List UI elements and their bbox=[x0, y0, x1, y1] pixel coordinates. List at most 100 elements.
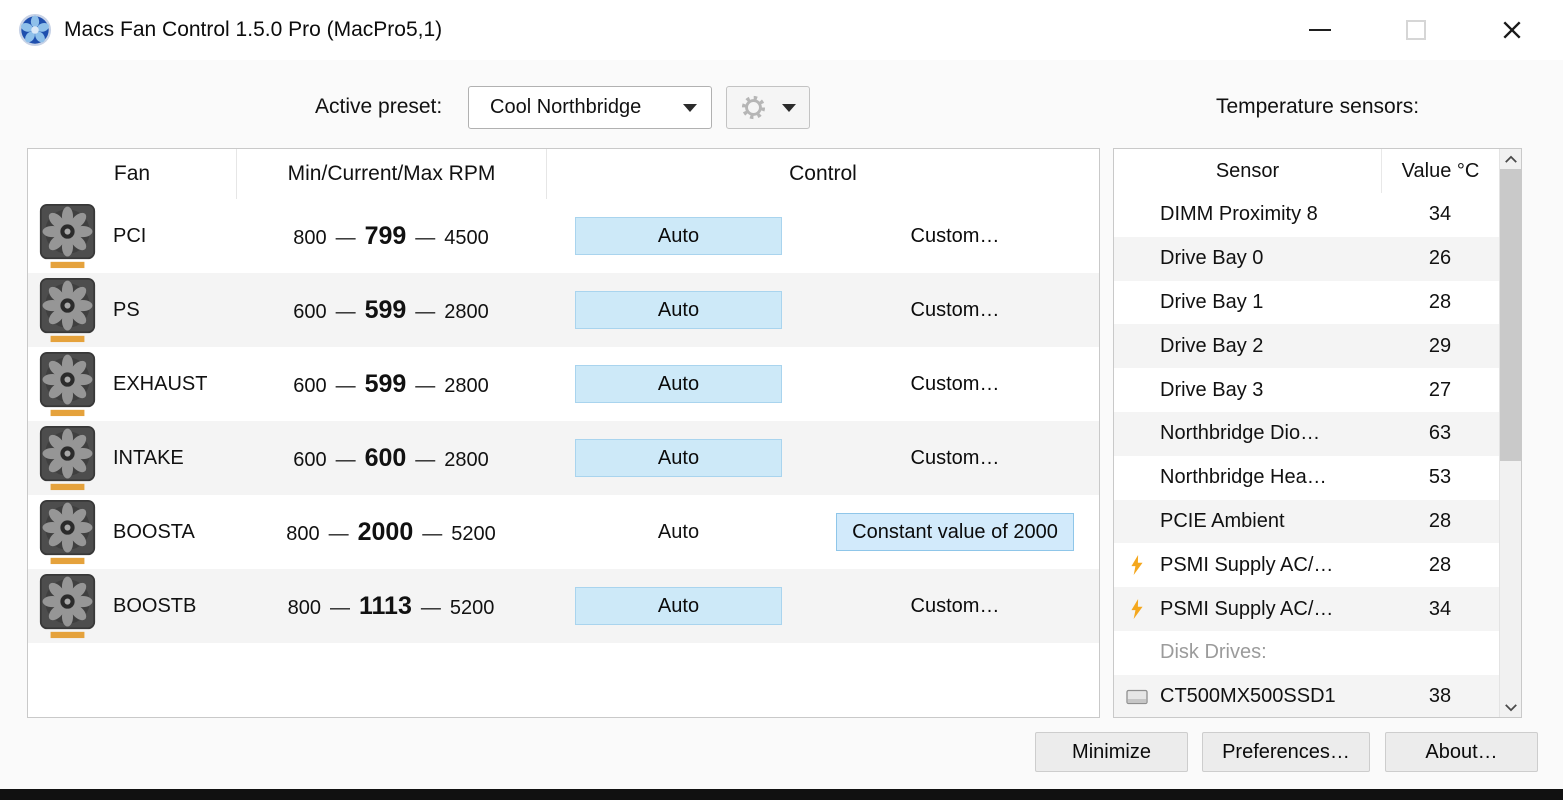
sensor-row[interactable]: DIMM Proximity 8 34 bbox=[1114, 193, 1499, 237]
fan-name: PS bbox=[113, 298, 140, 321]
titlebar: Macs Fan Control 1.5.0 Pro (MacPro5,1) bbox=[0, 0, 1563, 60]
sensor-value: 34 bbox=[1428, 203, 1452, 226]
fan-table: Fan Min/Current/Max RPM Control PCI 800—… bbox=[27, 148, 1100, 718]
custom-control-button[interactable]: Custom… bbox=[905, 298, 1006, 323]
active-preset-label: Active preset: bbox=[315, 95, 443, 118]
sensor-row[interactable]: Northbridge Dio… 63 bbox=[1114, 411, 1499, 456]
sensor-row[interactable]: PCIE Ambient 28 bbox=[1114, 499, 1499, 544]
custom-control-button[interactable]: Custom… bbox=[905, 594, 1006, 619]
sensor-name: PSMI Supply AC/… bbox=[1160, 597, 1334, 620]
sensor-value: 63 bbox=[1428, 422, 1452, 445]
sensor-value: 28 bbox=[1428, 290, 1452, 313]
fan-name: PCI bbox=[113, 224, 147, 247]
control-column-header: Control bbox=[546, 149, 1099, 199]
chevron-up-icon bbox=[1504, 155, 1518, 164]
sensor-group-row: Disk Drives: bbox=[1114, 631, 1499, 675]
custom-control-button[interactable]: Custom… bbox=[905, 372, 1006, 397]
fan-rpm-value: 600—599—2800 bbox=[293, 369, 489, 398]
auto-control-button[interactable]: Auto bbox=[575, 439, 782, 477]
sensor-table-header: Sensor Value °C bbox=[1114, 149, 1499, 193]
chevron-down-icon bbox=[1504, 703, 1518, 712]
custom-control-button[interactable]: Custom… bbox=[905, 224, 1006, 249]
auto-control-button[interactable]: Auto bbox=[575, 291, 782, 329]
sensor-name: Drive Bay 0 bbox=[1160, 247, 1264, 270]
chevron-down-icon bbox=[782, 103, 796, 112]
about-button[interactable]: About… bbox=[1385, 732, 1538, 772]
fan-column-header: Fan bbox=[113, 162, 151, 185]
fan-icon bbox=[39, 351, 96, 417]
constant-control-button[interactable]: Constant value of 2000 bbox=[836, 513, 1074, 551]
window-title: Macs Fan Control 1.5.0 Pro (MacPro5,1) bbox=[64, 18, 443, 41]
sensor-row[interactable]: Drive Bay 0 26 bbox=[1114, 236, 1499, 281]
sensor-value: 27 bbox=[1428, 378, 1452, 401]
sensor-column-header: Sensor bbox=[1215, 160, 1280, 182]
sensor-name: Drive Bay 2 bbox=[1160, 334, 1264, 357]
bottom-strip bbox=[0, 789, 1563, 800]
fan-rpm-value: 800—799—4500 bbox=[293, 221, 489, 250]
preferences-button[interactable]: Preferences… bbox=[1202, 732, 1370, 772]
fan-row-boosta: BOOSTA 800—2000—5200 Auto Constant value… bbox=[28, 495, 1099, 569]
sensor-row[interactable]: PSMI Supply AC/… 28 bbox=[1114, 543, 1499, 587]
sensor-name: CT500MX500SSD1 bbox=[1160, 685, 1336, 708]
sensor-scrollbar[interactable] bbox=[1499, 149, 1521, 717]
window-maximize-button[interactable] bbox=[1396, 10, 1436, 50]
custom-control-button[interactable]: Custom… bbox=[905, 446, 1006, 471]
sensor-name: DIMM Proximity 8 bbox=[1160, 203, 1318, 226]
sensor-row[interactable]: Drive Bay 3 27 bbox=[1114, 368, 1499, 412]
minimize-button[interactable]: Minimize bbox=[1035, 732, 1188, 772]
window-minimize-button[interactable] bbox=[1300, 10, 1340, 50]
preset-dropdown[interactable]: Cool Northbridge bbox=[468, 86, 712, 129]
sensor-name: Drive Bay 1 bbox=[1160, 290, 1264, 313]
fan-icon bbox=[39, 425, 96, 491]
fan-table-header: Fan Min/Current/Max RPM Control bbox=[28, 149, 1099, 199]
preset-settings-button[interactable] bbox=[726, 86, 810, 129]
sensor-value: 53 bbox=[1428, 466, 1452, 489]
sensor-name: PSMI Supply AC/… bbox=[1160, 553, 1334, 576]
sensor-value: 34 bbox=[1428, 597, 1452, 620]
temperature-sensors-label: Temperature sensors: bbox=[1215, 95, 1420, 118]
auto-control-button[interactable]: Auto bbox=[575, 217, 782, 255]
auto-control-label[interactable]: Auto bbox=[658, 521, 699, 544]
sensor-value: 26 bbox=[1428, 247, 1452, 270]
auto-control-button[interactable]: Auto bbox=[575, 365, 782, 403]
fan-name: BOOSTB bbox=[113, 594, 197, 617]
fan-icon bbox=[39, 573, 96, 639]
sensor-name: Drive Bay 3 bbox=[1160, 378, 1264, 401]
sensor-row[interactable]: PSMI Supply AC/… 34 bbox=[1114, 587, 1499, 631]
scroll-down-button[interactable] bbox=[1500, 697, 1521, 717]
sensor-value: 29 bbox=[1428, 334, 1452, 357]
sensor-name: PCIE Ambient bbox=[1160, 509, 1285, 532]
window-close-button[interactable] bbox=[1492, 10, 1532, 50]
scrollbar-thumb[interactable] bbox=[1500, 169, 1521, 461]
fan-row-exhaust: EXHAUST 600—599—2800 Auto Custom… bbox=[28, 347, 1099, 421]
sensor-rows: DIMM Proximity 8 34 Drive Bay 0 26 Drive… bbox=[1114, 193, 1499, 717]
fan-rows: PCI 800—799—4500 Auto Custom… PS 600—599… bbox=[28, 199, 1099, 643]
maximize-icon bbox=[1406, 20, 1426, 40]
app-icon bbox=[18, 13, 52, 47]
disk-icon bbox=[1126, 688, 1148, 706]
sensor-value: 28 bbox=[1428, 509, 1452, 532]
fan-rpm-value: 600—600—2800 bbox=[293, 443, 489, 472]
sensor-group-label: Disk Drives: bbox=[1160, 641, 1267, 664]
sensor-table: Sensor Value °C DIMM Proximity 8 34 Driv… bbox=[1113, 148, 1522, 718]
sensor-value: 28 bbox=[1428, 553, 1452, 576]
sensor-name: Northbridge Hea… bbox=[1160, 466, 1327, 489]
fan-icon bbox=[39, 277, 96, 343]
fan-name: INTAKE bbox=[113, 446, 184, 469]
gear-icon bbox=[740, 94, 767, 121]
sensor-row[interactable]: Drive Bay 2 29 bbox=[1114, 324, 1499, 369]
sensor-name: Northbridge Dio… bbox=[1160, 422, 1321, 445]
scroll-up-button[interactable] bbox=[1500, 149, 1521, 169]
lightning-icon bbox=[1130, 555, 1144, 575]
auto-control-button[interactable]: Auto bbox=[575, 587, 782, 625]
rpm-column-header: Min/Current/Max RPM bbox=[236, 149, 546, 199]
fan-rpm-value: 600—599—2800 bbox=[293, 295, 489, 324]
lightning-icon bbox=[1130, 599, 1144, 619]
sensor-row[interactable]: Drive Bay 1 28 bbox=[1114, 281, 1499, 325]
app-window: Macs Fan Control 1.5.0 Pro (MacPro5,1) A… bbox=[0, 0, 1563, 800]
fan-name: EXHAUST bbox=[113, 372, 208, 395]
close-icon bbox=[1501, 19, 1523, 41]
sensor-row[interactable]: Northbridge Hea… 53 bbox=[1114, 456, 1499, 500]
fan-icon bbox=[39, 203, 96, 269]
sensor-row[interactable]: CT500MX500SSD1 38 bbox=[1114, 674, 1499, 717]
